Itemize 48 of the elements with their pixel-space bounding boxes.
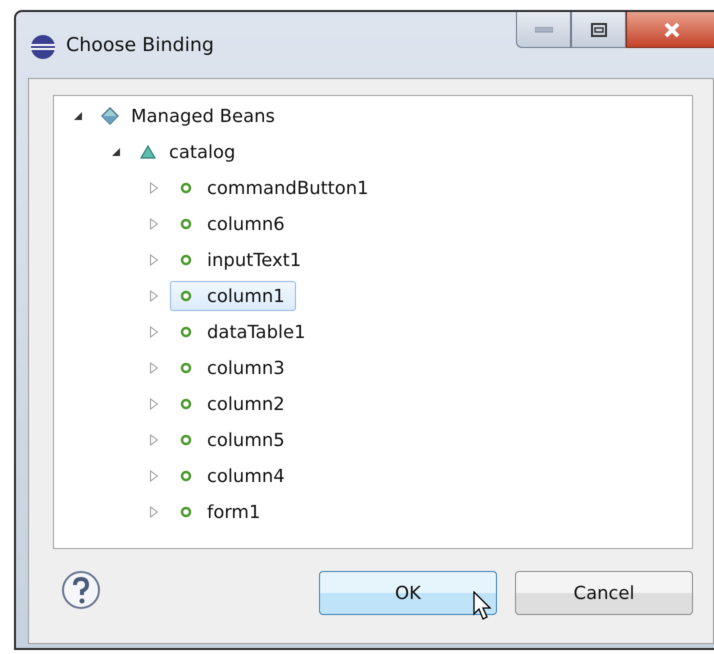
diamond-icon — [101, 107, 119, 125]
expand-arrow-icon[interactable] — [148, 506, 160, 518]
circle-icon — [180, 506, 192, 518]
collapse-arrow-icon[interactable] — [72, 110, 84, 122]
expand-arrow-icon[interactable] — [148, 470, 160, 482]
expand-arrow-icon[interactable] — [148, 326, 160, 338]
expand-arrow-icon[interactable] — [148, 290, 160, 302]
minimize-icon — [534, 26, 552, 32]
dialog-button[interactable]: Cancel — [515, 571, 693, 615]
tree-item[interactable]: column6 — [170, 209, 296, 239]
window-title: Choose Binding — [66, 34, 214, 56]
collapse-arrow-icon[interactable] — [110, 146, 122, 158]
close-icon — [663, 22, 681, 38]
circle-icon — [180, 362, 192, 374]
close-button[interactable] — [626, 12, 714, 48]
tree-item[interactable]: dataTable1 — [170, 317, 317, 347]
circle-icon — [180, 290, 192, 302]
pointer-cursor-icon — [473, 591, 493, 621]
tree-item[interactable]: column3 — [170, 353, 296, 383]
sphere-icon — [30, 34, 56, 60]
tree-item[interactable]: column5 — [170, 425, 296, 455]
help-icon[interactable] — [61, 570, 101, 610]
tree-item[interactable]: commandButton1 — [170, 173, 380, 203]
expand-arrow-icon[interactable] — [148, 398, 160, 410]
tree-item[interactable]: column4 — [170, 461, 296, 491]
maximize-button[interactable] — [571, 12, 626, 48]
circle-icon — [180, 182, 192, 194]
minimize-button[interactable] — [516, 12, 571, 48]
expand-arrow-icon[interactable] — [148, 362, 160, 374]
dialog-button[interactable]: OK — [319, 571, 497, 615]
maximize-icon — [590, 22, 606, 36]
tree-item[interactable]: form1 — [170, 497, 272, 527]
expand-arrow-icon[interactable] — [148, 254, 160, 266]
circle-icon — [180, 218, 192, 230]
circle-icon — [180, 470, 192, 482]
circle-icon — [180, 254, 192, 266]
circle-icon — [180, 434, 192, 446]
tree-item[interactable]: Managed Beans — [94, 101, 286, 131]
tree-item[interactable]: inputText1 — [170, 245, 312, 275]
tree-item[interactable]: catalog — [132, 137, 246, 167]
circle-icon — [180, 398, 192, 410]
triangle-icon — [140, 145, 156, 159]
circle-icon — [180, 326, 192, 338]
tree-item[interactable]: column1 — [170, 281, 296, 311]
expand-arrow-icon[interactable] — [148, 218, 160, 230]
tree-item[interactable]: column2 — [170, 389, 296, 419]
expand-arrow-icon[interactable] — [148, 434, 160, 446]
expand-arrow-icon[interactable] — [148, 182, 160, 194]
